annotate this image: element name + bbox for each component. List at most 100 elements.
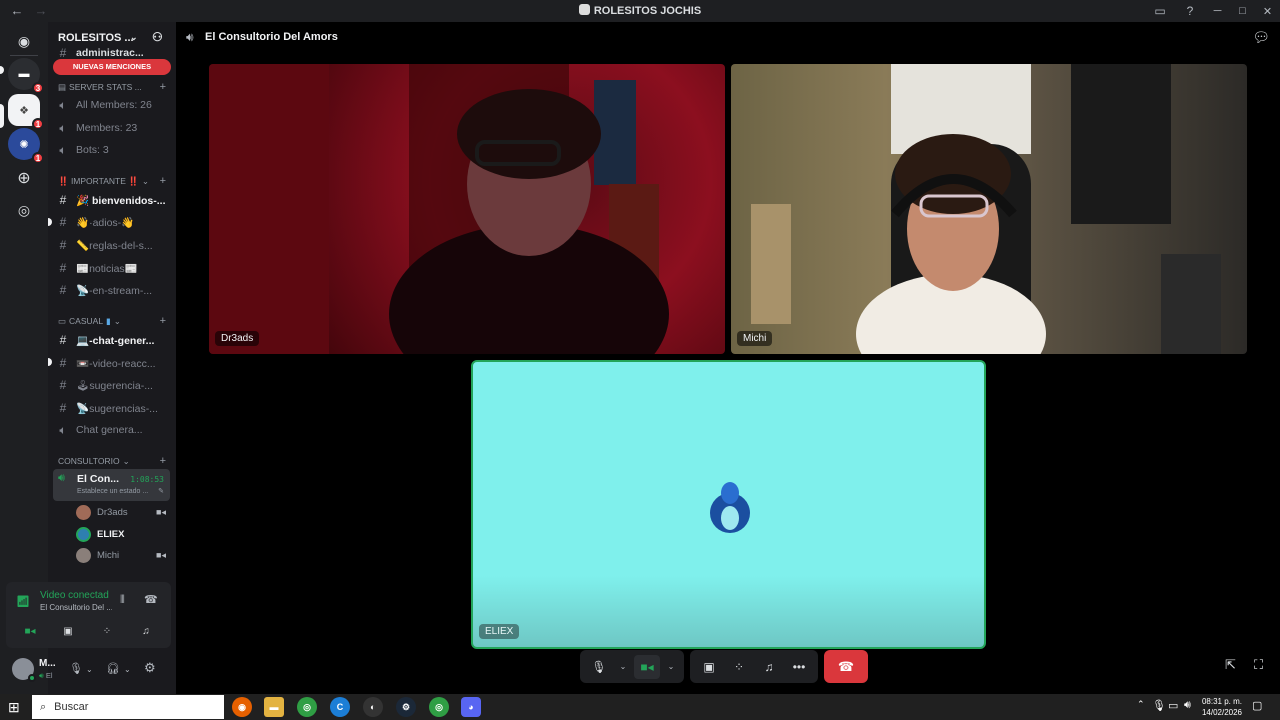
chevron-down-icon[interactable]: ⌄ — [86, 665, 93, 674]
chrome-profile-icon[interactable]: ◎ — [429, 697, 449, 717]
hash-icon: # — [59, 193, 67, 207]
server-button-3[interactable]: ✺ 1 — [8, 128, 44, 164]
fullscreen-icon[interactable]: ⛶ — [1254, 657, 1263, 673]
channel-reglas[interactable]: # 📏reglas-del-s... — [54, 235, 170, 255]
channel-noticias[interactable]: # 📰noticias📰 — [54, 258, 170, 278]
tray-chevron-icon[interactable]: ⌃ — [1137, 699, 1145, 710]
windows-start-icon[interactable]: ⊞ — [8, 699, 20, 716]
tray-volume-icon[interactable]: 🔊︎ — [1184, 699, 1191, 712]
chevron-down-icon: ⌄ — [113, 315, 121, 326]
noise-suppression-icon[interactable]: ⦀ — [120, 594, 125, 607]
soundboard-button[interactable]: ♫ — [128, 622, 164, 640]
taskbar-search[interactable]: ⌕ Buscar — [32, 695, 224, 719]
video-tile-dr3ads[interactable]: Dr3ads — [209, 64, 725, 354]
camera-options-chevron-icon[interactable]: ⌄ — [664, 655, 678, 679]
chevron-down-icon[interactable]: ⌄ — [124, 665, 131, 674]
category-label: ‼️ IMPORTANTE ‼️ — [58, 175, 139, 186]
channel-chat-general[interactable]: # 💻-chat-gener... — [54, 330, 170, 350]
chrome-icon[interactable]: ◎ — [297, 697, 317, 717]
category-consultorio[interactable]: CONSULTORIO ⌄ + — [58, 454, 170, 468]
discover-button[interactable]: ◎ — [8, 194, 40, 226]
mic-options-chevron-icon[interactable]: ⌄ — [616, 655, 630, 679]
obs-icon[interactable]: ◐ — [363, 697, 383, 717]
soundboard-button[interactable]: ♫ — [756, 655, 782, 679]
screen-share-button[interactable]: ▣ — [696, 655, 722, 679]
help-icon[interactable]: ? — [1175, 0, 1205, 22]
category-server-stats[interactable]: ▤ SERVER STATS ... + — [58, 80, 170, 94]
tray-mic-icon[interactable]: 🎙︎ — [1152, 699, 1166, 712]
channel-label: Members: 23 — [76, 122, 138, 134]
video-feed-dr3ads — [209, 64, 669, 354]
inbox-icon[interactable]: ▭ — [1145, 0, 1175, 22]
video-tile-michi[interactable]: Michi — [731, 64, 1247, 354]
channel-administracion[interactable]: # administrac... — [54, 46, 170, 60]
server-button-1[interactable]: ▬ 3 — [8, 58, 44, 94]
clock-time: 08:31 p. m. — [1201, 697, 1242, 706]
compass-icon: ◎ — [17, 201, 31, 218]
steam-icon[interactable]: ⚙ — [396, 697, 416, 717]
category-importante[interactable]: ‼️ IMPORTANTE ‼️ ⌄ + — [58, 174, 170, 188]
camera-icon: ■◂ — [156, 506, 166, 517]
voice-status-subtitle[interactable]: El Consultorio Del ... — [40, 603, 112, 612]
voice-user-dr3ads[interactable]: Dr3ads ■◂ — [76, 503, 168, 521]
video-tile-eliex[interactable]: ELIEX — [471, 360, 986, 649]
add-channel-icon[interactable]: + — [160, 455, 166, 467]
file-explorer-icon[interactable]: ▬ — [264, 697, 284, 717]
discord-taskbar-icon[interactable]: ◕ — [461, 697, 481, 717]
channel-stat-all-members[interactable]: 🔈︎ All Members: 26 — [54, 95, 170, 115]
microphone-button[interactable]: 🎙︎ — [586, 655, 612, 679]
camera-button[interactable]: ■◂ — [12, 622, 48, 640]
hash-icon: # — [59, 261, 67, 275]
firefox-icon[interactable]: ◉ — [232, 697, 252, 717]
camera-toggle-button[interactable]: ■◂ — [634, 654, 660, 679]
add-channel-icon[interactable]: + — [160, 315, 166, 327]
channel-status: Establece un estado ... — [77, 488, 149, 495]
direct-messages-button[interactable]: ◉ — [8, 25, 40, 57]
taskbar-clock[interactable]: 08:31 p. m. 14/02/2026 — [1202, 696, 1242, 718]
add-server-button[interactable]: ⊕ — [8, 162, 40, 194]
microphone-icon[interactable]: 🎙︎ — [69, 662, 83, 675]
add-channel-icon[interactable]: + — [160, 175, 166, 187]
app-c-icon[interactable]: C — [330, 697, 350, 717]
channel-adios[interactable]: # 👋·adios-👋 — [54, 212, 170, 232]
chat-bubble-icon[interactable]: 💬︎ — [1252, 29, 1270, 46]
channel-bienvenidos[interactable]: # 🎉 bienvenidos-... — [54, 190, 170, 210]
add-channel-icon[interactable]: + — [160, 81, 166, 93]
chevron-down-icon[interactable]: ⌄ — [130, 32, 138, 43]
voice-user-eliex[interactable]: ELIEX — [76, 525, 168, 543]
new-mentions-banner[interactable]: NUEVAS MENCIONES — [53, 59, 171, 75]
activities-button[interactable]: ⁘ — [726, 655, 752, 679]
voice-connection-panel: 📶︎ Video conectad El Consultorio Del ...… — [6, 582, 171, 648]
channel-video-reacciones[interactable]: # 📼-video-reacc... — [54, 353, 170, 373]
screen-share-button[interactable]: ▣ — [50, 622, 86, 640]
voice-user-michi[interactable]: Michi ■◂ — [76, 546, 168, 564]
channel-stat-bots[interactable]: 🔈︎ Bots: 3 — [54, 140, 170, 160]
channel-sugerencia[interactable]: # 🕹sugerencia-... — [54, 375, 170, 395]
chevron-down-icon: ⌄ — [122, 455, 130, 466]
server-button-rolesitos[interactable]: ❖ 1 — [8, 94, 44, 130]
channel-en-stream[interactable]: # 📡-en-stream-... — [54, 280, 170, 300]
leave-call-button[interactable]: ☎ — [824, 650, 868, 683]
close-button[interactable]: ✕ — [1255, 0, 1280, 22]
user-name[interactable]: M... — [39, 658, 56, 669]
channel-chat-general-voice[interactable]: 🔈︎ Chat genera... — [54, 420, 170, 440]
category-casual[interactable]: ▭ CASUAL ▮ ⌄ + — [58, 314, 170, 328]
minimize-button[interactable]: ─ — [1205, 0, 1230, 22]
settings-gear-icon[interactable]: ⚙ — [144, 660, 156, 676]
pop-out-icon[interactable]: ⇱ — [1225, 657, 1236, 673]
invite-people-icon[interactable]: ⚇ — [152, 30, 163, 44]
active-voice-channel[interactable]: 🔊︎ El Con... 1:08:53 Establece un estado… — [53, 469, 170, 501]
channel-sugerencias[interactable]: # 📡sugerencias-... — [54, 398, 170, 418]
activities-button[interactable]: ⁘ — [89, 622, 125, 640]
signal-icon[interactable]: 📶︎ — [16, 595, 30, 608]
channel-stat-members[interactable]: 🔈︎ Members: 23 — [54, 118, 170, 138]
maximize-button[interactable]: □ — [1230, 0, 1255, 22]
more-options-icon[interactable]: ••• — [786, 655, 812, 679]
call-timer: 1:08:53 — [130, 475, 164, 484]
disconnect-icon[interactable]: ☎ — [144, 593, 158, 606]
pencil-icon[interactable]: ✎ — [158, 487, 164, 495]
phone-icon: ▮ — [106, 315, 111, 326]
notifications-icon[interactable]: ▢ — [1252, 699, 1262, 712]
headphones-icon[interactable]: 🎧︎ — [106, 662, 120, 675]
tray-network-icon[interactable]: ▭ — [1168, 699, 1178, 712]
